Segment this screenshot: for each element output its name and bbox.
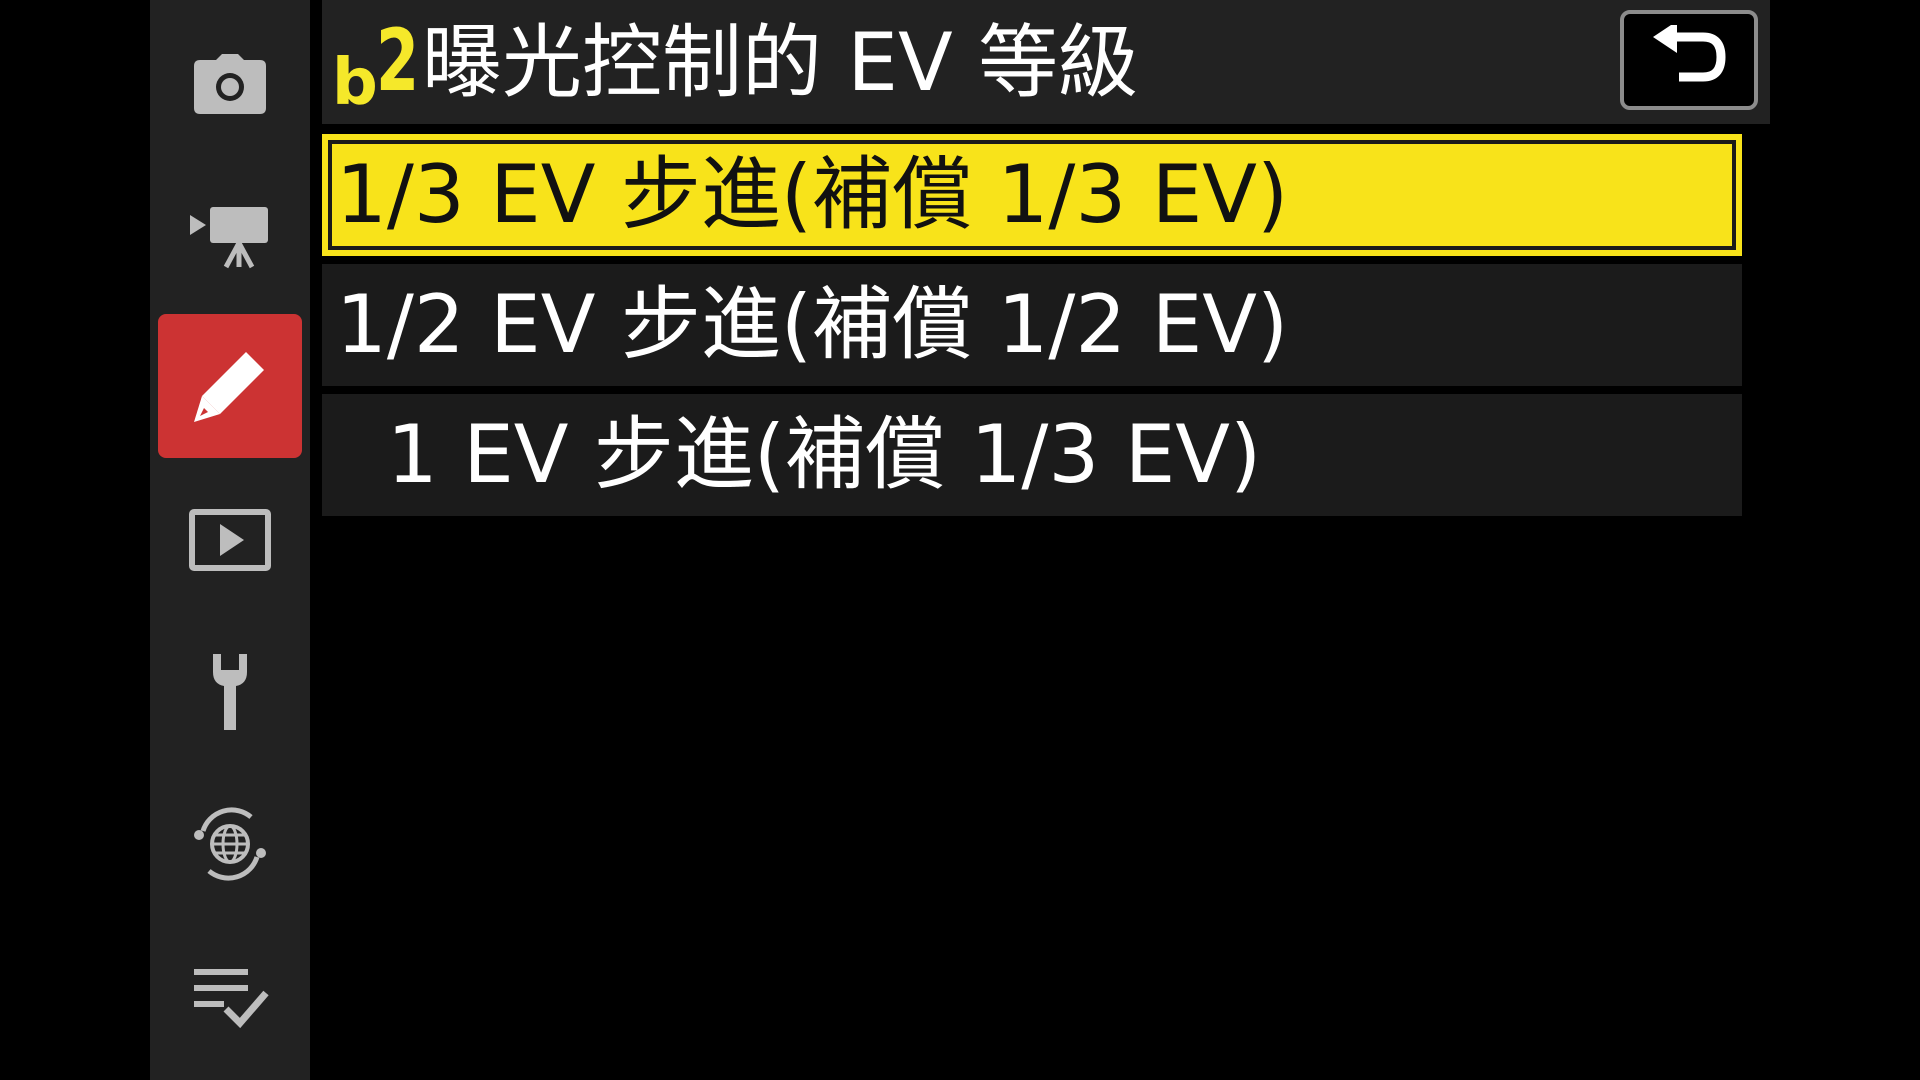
page-title: 曝光控制的 EV 等級 — [422, 16, 1139, 109]
menu-header: b2 曝光控制的 EV 等級 — [322, 0, 1770, 124]
back-button[interactable] — [1620, 10, 1758, 110]
tab-playback[interactable] — [158, 468, 302, 612]
pencil-icon — [194, 352, 264, 422]
network-globe-icon — [194, 807, 266, 881]
camera-menu-screen: b2 曝光控制的 EV 等級 1/3 EV 步進(補償 1/3 EV) 1/2 … — [0, 0, 1920, 1080]
option-one-half-ev-step[interactable]: 1/2 EV 步進(補償 1/2 EV) — [322, 264, 1742, 386]
tab-my-menu[interactable] — [158, 926, 302, 1070]
movie-camera-icon — [190, 207, 268, 269]
menu-item-code: b2 — [332, 11, 419, 120]
camera-icon — [194, 54, 266, 114]
wrench-icon — [213, 654, 247, 730]
option-label: 1 EV 步進(補償 1/3 EV) — [336, 408, 1262, 501]
playback-icon — [189, 509, 271, 571]
my-menu-checklist-icon — [194, 969, 269, 1029]
tab-custom-settings[interactable] — [158, 314, 302, 458]
option-label: 1/3 EV 步進(補償 1/3 EV) — [336, 148, 1289, 241]
menu-tab-sidebar — [150, 0, 310, 1080]
option-one-ev-step[interactable]: 1 EV 步進(補償 1/3 EV) — [322, 394, 1742, 516]
tab-network[interactable] — [158, 772, 302, 916]
tab-photo-shooting[interactable] — [158, 12, 302, 156]
return-arrow-icon — [1653, 25, 1726, 82]
option-label: 1/2 EV 步進(補償 1/2 EV) — [336, 278, 1289, 371]
tab-setup[interactable] — [158, 620, 302, 764]
tab-movie-recording[interactable] — [158, 164, 302, 308]
option-one-third-ev-step[interactable]: 1/3 EV 步進(補償 1/3 EV) — [322, 134, 1742, 256]
